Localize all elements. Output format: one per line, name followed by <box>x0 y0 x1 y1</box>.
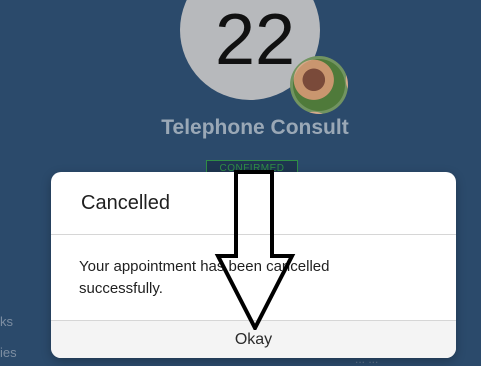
left-menu-item-1[interactable]: ks <box>0 314 13 329</box>
down-arrow-icon <box>214 170 296 330</box>
left-menu-item-2[interactable]: ies <box>0 345 17 360</box>
appointment-title: Telephone Consult <box>161 116 349 139</box>
avatar <box>290 56 348 114</box>
date-number: 22 <box>214 0 296 80</box>
dialog-title: Cancelled <box>81 192 170 214</box>
